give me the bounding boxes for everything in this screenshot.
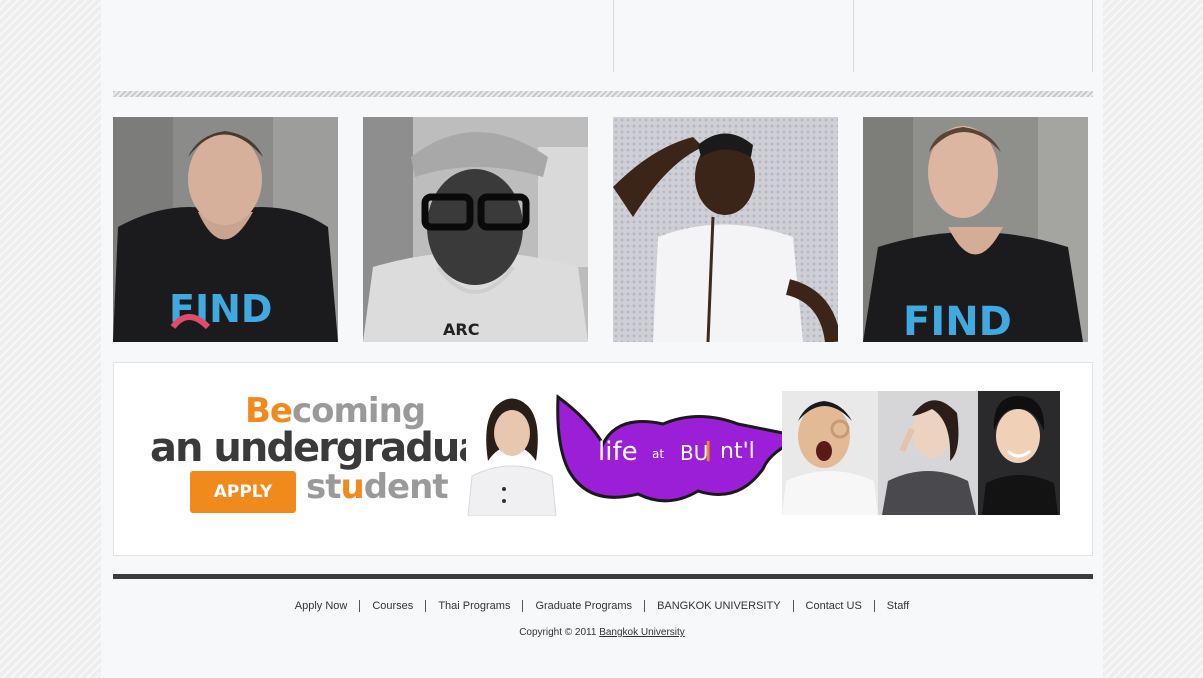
life-at-bu-bubble: life at BU I nt'l xyxy=(548,389,810,507)
bubble-at-text: at xyxy=(652,447,665,461)
bubble-intl-text: nt'l xyxy=(720,439,755,464)
hatched-divider xyxy=(113,91,1093,97)
copyright-text: Copyright © 2011 xyxy=(519,627,597,638)
banner-student-woman xyxy=(466,391,558,517)
footer-link-courses[interactable]: Courses xyxy=(360,600,425,612)
page-container: FIND ARC FIND Becoming an undergraduate … xyxy=(101,0,1103,678)
footer-link-thai-programs[interactable]: Thai Programs xyxy=(426,600,522,612)
svg-text:FIND: FIND xyxy=(169,287,272,331)
footer-link-bangkok-university[interactable]: BANGKOK UNIVERSITY xyxy=(645,600,792,612)
footer-link-apply-now[interactable]: Apply Now xyxy=(283,600,360,612)
top-columns xyxy=(101,0,1103,72)
copyright: Copyright © 2011 Bangkok University xyxy=(101,627,1103,638)
banner-students-group xyxy=(782,391,1060,515)
apply-now-button[interactable]: APPLY NOW xyxy=(190,471,296,544)
student-photo-3[interactable] xyxy=(613,117,838,342)
copyright-link[interactable]: Bangkok University xyxy=(599,627,685,638)
student-photo-2[interactable]: ARC xyxy=(363,117,588,342)
banner-headline-line3: student xyxy=(306,467,449,507)
student-photo-1[interactable]: FIND xyxy=(113,117,338,342)
svg-text:ARC: ARC xyxy=(443,320,479,339)
svg-text:FIND: FIND xyxy=(903,299,1012,342)
footer-link-graduate-programs[interactable]: Graduate Programs xyxy=(523,600,644,612)
top-column-2 xyxy=(614,0,854,72)
footer-rule xyxy=(113,574,1093,579)
undergraduate-banner[interactable]: Becoming an undergraduate APPLY NOW stud… xyxy=(113,362,1093,556)
footer-link-contact-us[interactable]: Contact US xyxy=(794,600,874,612)
top-column-3 xyxy=(854,0,1093,72)
top-column-1 xyxy=(101,0,614,72)
footer-link-staff[interactable]: Staff xyxy=(875,600,921,612)
student-photo-4[interactable]: FIND xyxy=(863,117,1088,342)
bubble-i-text: I xyxy=(704,435,713,468)
bubble-life-text: life xyxy=(598,437,638,467)
footer-nav: Apply Now Courses Thai Programs Graduate Pr… xyxy=(101,600,1103,613)
